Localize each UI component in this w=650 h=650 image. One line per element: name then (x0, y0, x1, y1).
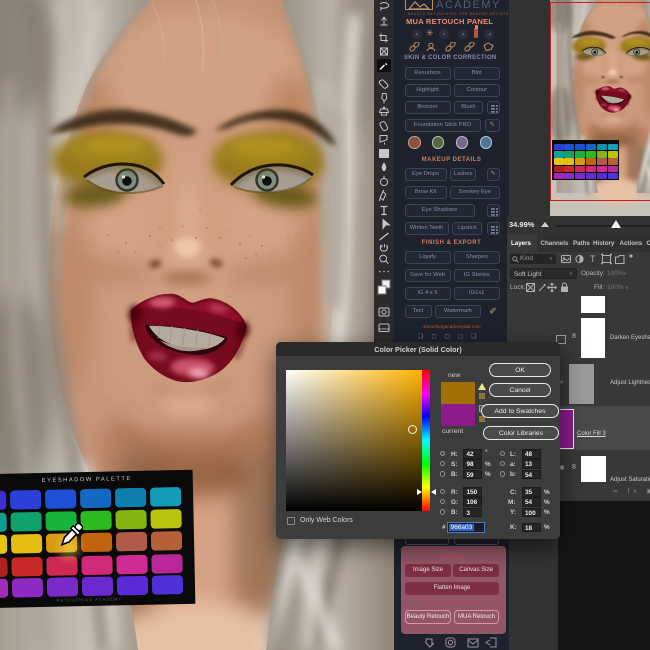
svg-text:T: T (590, 254, 596, 264)
